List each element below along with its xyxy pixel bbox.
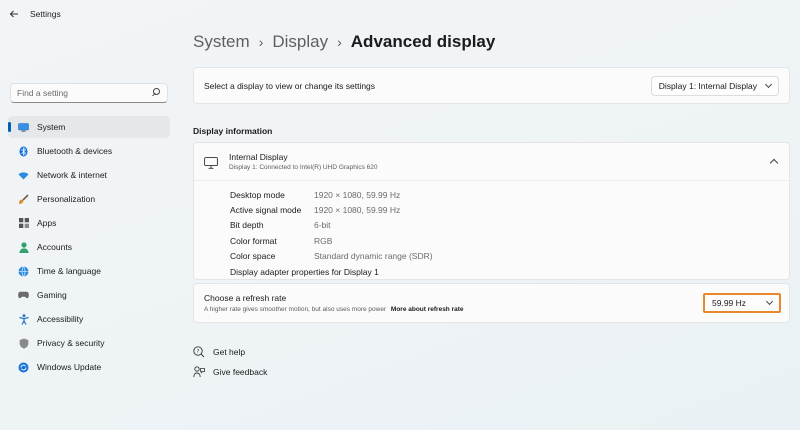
person-icon <box>18 241 29 253</box>
refresh-rate-description: A higher rate gives smoother motion, but… <box>204 306 464 313</box>
breadcrumb-separator: › <box>337 34 342 50</box>
sidebar-item-label: Privacy & security <box>37 338 105 348</box>
wifi-icon <box>18 170 29 181</box>
sidebar-item-windows-update[interactable]: Windows Update <box>8 356 170 378</box>
display-adapter-properties-link[interactable]: Display adapter properties for Display 1 <box>230 264 433 279</box>
get-help-link[interactable]: ? Get help <box>193 342 267 362</box>
property-value: 1920 × 1080, 59.99 Hz <box>314 205 401 216</box>
search-box[interactable] <box>10 83 168 103</box>
breadcrumb-separator: › <box>258 34 264 50</box>
sidebar-item-privacy-security[interactable]: Privacy & security <box>8 332 170 354</box>
feedback-icon <box>193 366 205 378</box>
sidebar-nav: System Bluetooth & devices Network & int… <box>8 116 170 380</box>
chevron-down-icon <box>765 297 774 306</box>
update-icon <box>18 362 29 373</box>
refresh-rate-text: Choose a refresh rate A higher rate give… <box>204 293 464 313</box>
display-properties: Desktop mode 1920 × 1080, 59.99 Hz Activ… <box>230 187 433 279</box>
property-row: Color format RGB <box>230 233 433 248</box>
refresh-rate-desc-text: A higher rate gives smoother motion, but… <box>204 306 387 313</box>
sidebar-item-label: Apps <box>37 218 57 228</box>
sidebar-item-personalization[interactable]: Personalization <box>8 188 170 210</box>
help-chat-icon: ? <box>193 346 205 358</box>
sidebar-item-label: Bluetooth & devices <box>37 146 113 156</box>
display-info-header[interactable]: Internal Display Display 1: Connected to… <box>194 143 791 181</box>
refresh-rate-title: Choose a refresh rate <box>204 293 287 303</box>
give-feedback-link[interactable]: Give feedback <box>193 362 267 382</box>
sidebar: System Bluetooth & devices Network & int… <box>0 28 180 430</box>
chevron-down-icon <box>764 80 773 88</box>
sidebar-item-label: Gaming <box>37 290 67 300</box>
accessibility-icon <box>18 313 29 325</box>
display-connection: Display 1: Connected to Intel(R) UHD Gra… <box>229 164 378 171</box>
collapse-button[interactable] <box>769 153 779 171</box>
display-select-value: Display 1: Internal Display <box>658 80 757 91</box>
sidebar-item-label: System <box>37 122 66 132</box>
property-label: Desktop mode <box>230 189 285 200</box>
help-links: ? Get help Give feedback <box>193 342 267 382</box>
property-label: Color space <box>230 251 276 262</box>
property-label: Color format <box>230 235 277 246</box>
sidebar-item-label: Accessibility <box>37 314 84 324</box>
refresh-rate-dropdown[interactable]: 59.99 Hz <box>703 293 781 313</box>
display-info-card: Internal Display Display 1: Connected to… <box>193 142 791 280</box>
give-feedback-label: Give feedback <box>213 367 268 377</box>
app-title: Settings <box>30 9 61 19</box>
display-info-titles: Internal Display Display 1: Connected to… <box>229 152 377 171</box>
sidebar-item-label: Accounts <box>37 242 72 252</box>
sidebar-item-gaming[interactable]: Gaming <box>8 284 170 306</box>
gamepad-icon <box>18 290 29 301</box>
select-display-label: Select a display to view or change its s… <box>204 80 376 91</box>
get-help-label: Get help <box>213 347 246 357</box>
property-row: Desktop mode 1920 × 1080, 59.99 Hz <box>230 187 433 202</box>
sidebar-item-label: Network & internet <box>37 170 107 180</box>
property-label: Active signal mode <box>230 205 302 216</box>
sidebar-item-accessibility[interactable]: Accessibility <box>8 308 170 330</box>
sidebar-item-label: Windows Update <box>37 362 102 372</box>
breadcrumb-display[interactable]: Display <box>272 32 328 52</box>
section-title-display-information: Display information <box>193 126 273 136</box>
select-display-card: Select a display to view or change its s… <box>193 67 790 104</box>
refresh-rate-card: Choose a refresh rate A higher rate give… <box>193 283 790 323</box>
sidebar-item-network[interactable]: Network & internet <box>8 164 170 186</box>
property-label: Bit depth <box>230 220 264 231</box>
sidebar-item-apps[interactable]: Apps <box>8 212 170 234</box>
monitor-icon <box>18 122 29 133</box>
display-select-dropdown[interactable]: Display 1: Internal Display <box>650 75 779 96</box>
search-icon[interactable] <box>151 88 161 98</box>
sidebar-item-label: Personalization <box>37 194 96 204</box>
sidebar-item-time-language[interactable]: Time & language <box>8 260 170 282</box>
more-about-refresh-rate-link[interactable]: More about refresh rate <box>391 306 464 313</box>
property-row: Bit depth 6-bit <box>230 218 433 233</box>
back-button[interactable] <box>0 0 28 28</box>
svg-text:?: ? <box>197 349 200 355</box>
globe-icon <box>18 265 29 277</box>
settings-window: Settings System Bluetooth & devices <box>0 0 800 430</box>
apps-icon <box>18 218 29 229</box>
page-title: Advanced display <box>350 32 496 51</box>
property-value: 6-bit <box>314 220 331 231</box>
breadcrumb-system[interactable]: System <box>193 32 250 52</box>
chevron-up-icon <box>769 158 779 167</box>
sidebar-item-system[interactable]: System <box>8 116 170 138</box>
property-row: Color space Standard dynamic range (SDR) <box>230 249 433 264</box>
sidebar-item-accounts[interactable]: Accounts <box>8 236 170 258</box>
back-arrow-icon <box>9 10 18 18</box>
refresh-rate-value: 59.99 Hz <box>712 298 747 308</box>
property-row: Active signal mode 1920 × 1080, 59.99 Hz <box>230 202 433 217</box>
sidebar-item-label: Time & language <box>37 266 101 276</box>
property-value: Standard dynamic range (SDR) <box>314 251 433 262</box>
search-input[interactable] <box>17 88 147 98</box>
shield-icon <box>18 338 29 349</box>
monitor-icon <box>204 156 218 169</box>
property-value: 1920 × 1080, 59.99 Hz <box>314 189 401 200</box>
brush-icon <box>18 193 29 205</box>
main-content: System › Display › Advanced display Sele… <box>193 0 791 430</box>
breadcrumb: System › Display › Advanced display <box>193 32 495 52</box>
display-name: Internal Display <box>229 152 288 162</box>
sidebar-item-bluetooth[interactable]: Bluetooth & devices <box>8 140 170 162</box>
bluetooth-icon <box>18 146 29 157</box>
property-value: RGB <box>314 235 333 246</box>
